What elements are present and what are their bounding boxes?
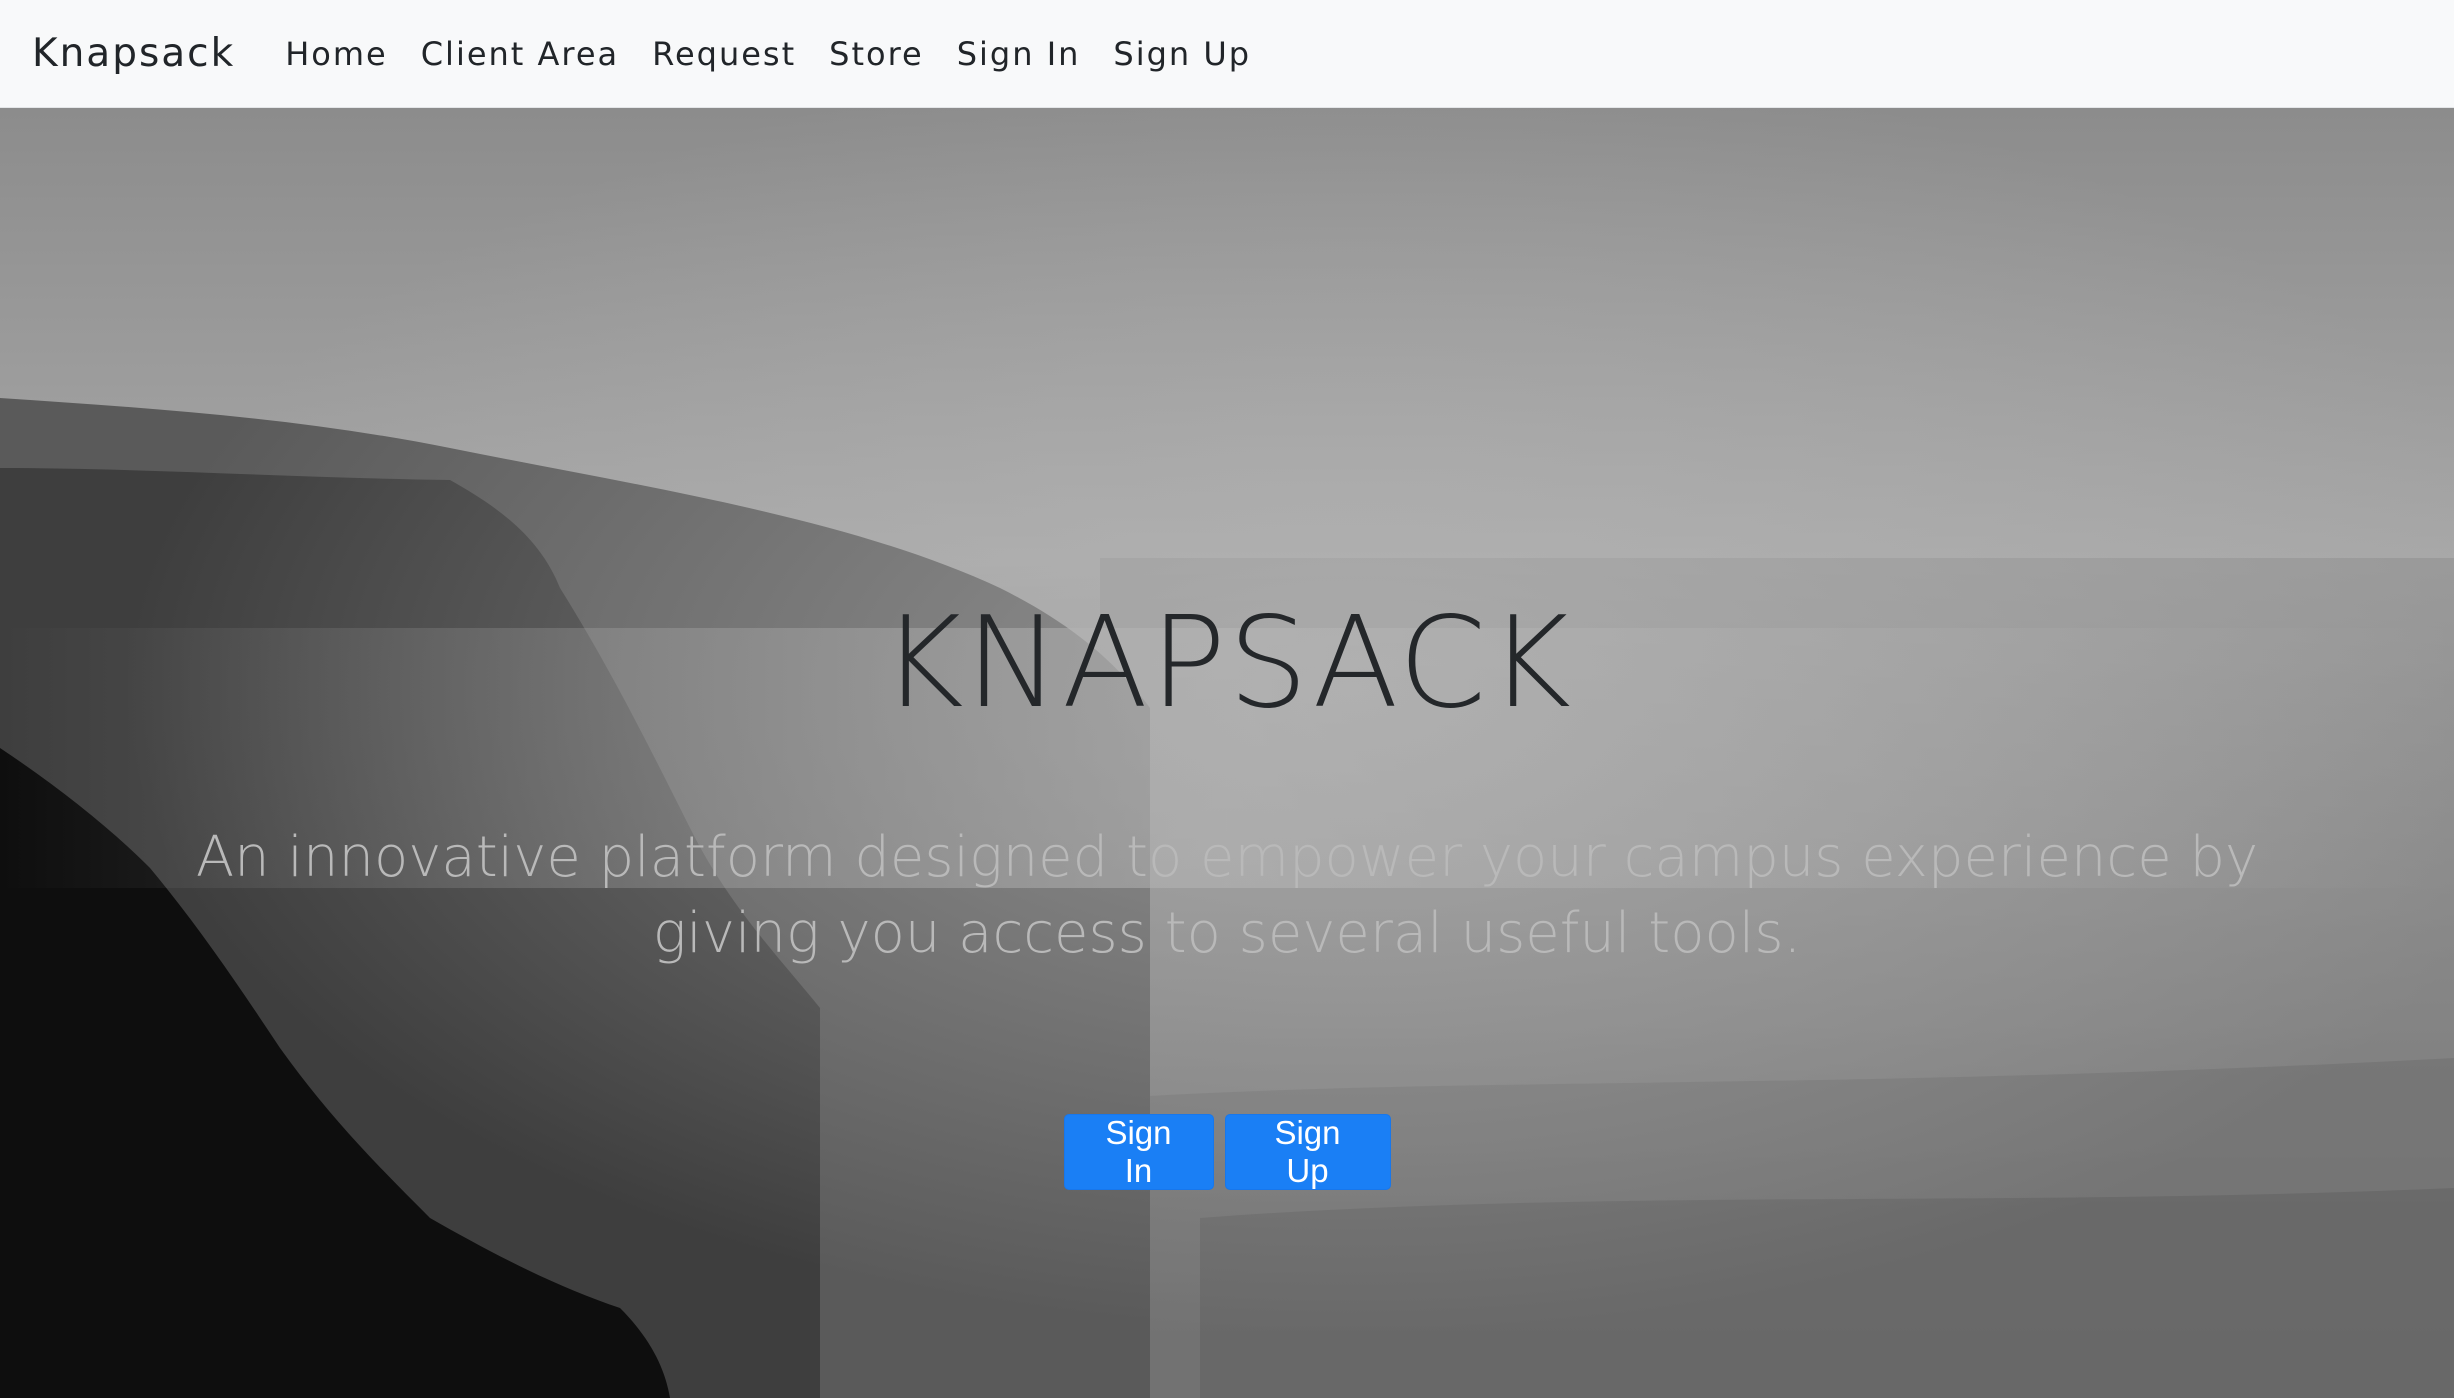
- hero-title: KNAPSACK: [881, 589, 1573, 736]
- nav-links: Home Client Area Request Store Sign In S…: [285, 35, 1284, 73]
- hero-section: KNAPSACK An innovative platform designed…: [0, 108, 2454, 1398]
- nav-link-home[interactable]: Home: [285, 35, 388, 73]
- brand-link[interactable]: Knapsack: [32, 31, 235, 76]
- hero-subtitle: An innovative platform designed to empow…: [195, 825, 2259, 966]
- nav-link-sign-in[interactable]: Sign In: [957, 35, 1081, 73]
- nav-link-client-area[interactable]: Client Area: [421, 35, 619, 73]
- nav-link-store[interactable]: Store: [829, 35, 924, 73]
- top-navbar: Knapsack Home Client Area Request Store …: [0, 0, 2454, 108]
- nav-link-request[interactable]: Request: [652, 35, 796, 73]
- sign-in-button[interactable]: Sign In: [1063, 1114, 1214, 1190]
- hero-content: KNAPSACK An innovative platform designed…: [0, 108, 2454, 1398]
- nav-link-sign-up[interactable]: Sign Up: [1113, 35, 1251, 73]
- sign-up-button[interactable]: Sign Up: [1224, 1114, 1391, 1190]
- hero-button-group: Sign In Sign Up: [0, 1114, 2454, 1190]
